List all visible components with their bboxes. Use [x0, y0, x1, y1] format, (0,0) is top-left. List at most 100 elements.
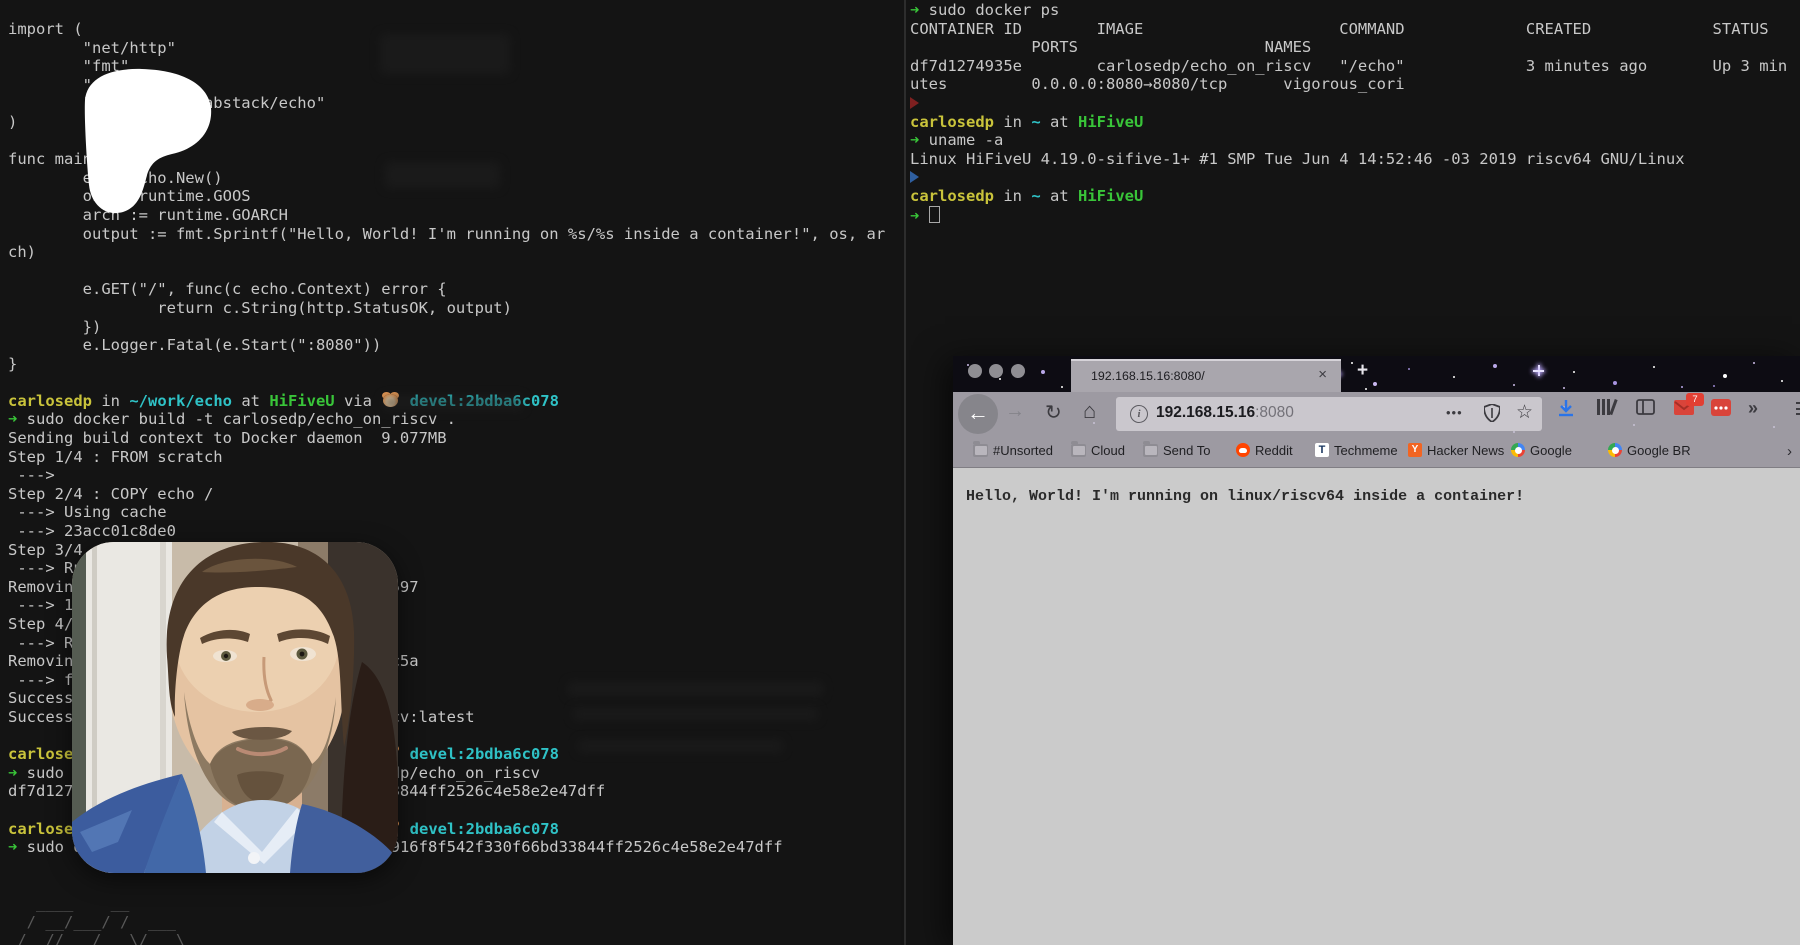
terminal-line: }	[8, 355, 903, 374]
url-bar[interactable]: i 192.168.15.16:8080 ••• ☆	[1116, 397, 1542, 431]
star-dot	[1681, 386, 1683, 388]
star-dot	[1753, 362, 1755, 364]
terminal-line	[910, 94, 1798, 113]
folder-icon	[1143, 444, 1158, 457]
terminal-line: CONTAINER ID IMAGE COMMAND CREATED STATU…	[910, 20, 1798, 39]
bookmark-item-reddit[interactable]: Reddit	[1236, 443, 1293, 463]
terminal-line: carlosedp in ~ at HiFiveU	[910, 113, 1798, 132]
terminal-line: return c.String(http.StatusOK, output)	[8, 299, 903, 318]
back-button[interactable]: ←	[958, 394, 998, 434]
star-dot	[1713, 385, 1715, 387]
screen: import ( "net/http" "fmt" "runtime" "git…	[0, 0, 1800, 945]
star-dot	[1723, 374, 1727, 378]
star-sparkle-icon	[1533, 365, 1544, 376]
toolbar-sparkle-dot	[1633, 424, 1635, 426]
tab-title: 192.168.15.16:8080/	[1091, 369, 1205, 383]
folder-icon	[1071, 444, 1086, 457]
star-dot	[1493, 364, 1497, 368]
terminal-pane-divider[interactable]	[904, 0, 906, 945]
star-dot	[1373, 382, 1377, 386]
reload-icon[interactable]: ↻	[1045, 400, 1062, 425]
terminal-line: output := fmt.Sprintf("Hello, World! I'm…	[8, 225, 903, 244]
terminal-line	[910, 168, 1798, 187]
window-zoom-button[interactable]	[1011, 364, 1025, 378]
star-dot	[1513, 384, 1515, 386]
bookmark-label: Send To	[1163, 443, 1210, 458]
terminal-line: / _// __/ _ \/ _ \	[8, 931, 903, 945]
window-close-button[interactable]	[968, 364, 982, 378]
bookmark-label: Google	[1530, 443, 1572, 458]
ghost-artifact	[380, 34, 510, 74]
bookmarks-toolbar: › #Unsorted Cloud Send To Reddit Techmeme Hac…	[953, 438, 1800, 468]
terminal-line: / __/___/ / ___	[8, 913, 903, 932]
terminal-line: Step 1/4 : FROM scratch	[8, 448, 903, 467]
browser-window: 192.168.15.16:8080/ × + ← → ↻ ⌂ i 192.16…	[953, 356, 1800, 945]
ghost-artifact	[578, 740, 783, 752]
mail-notifier-icon[interactable]: 7	[1674, 399, 1694, 415]
bookmark-star-icon[interactable]: ☆	[1516, 401, 1533, 424]
adblock-icon[interactable]	[1711, 399, 1731, 416]
bookmark-label: #Unsorted	[993, 443, 1053, 458]
forward-button[interactable]: →	[1005, 400, 1025, 423]
home-icon[interactable]: ⌂	[1083, 398, 1096, 424]
hackernews-icon	[1408, 443, 1422, 457]
bookmark-item-hacker-news[interactable]: Hacker News	[1408, 443, 1504, 463]
ghost-artifact	[383, 396, 523, 410]
terminal-line: PORTS NAMES	[910, 38, 1798, 57]
terminal-line: e.GET("/", func(c echo.Context) error {	[8, 280, 903, 299]
terminal-line: Step 2/4 : COPY echo /	[8, 485, 903, 504]
toolbar-overflow-icon[interactable]: »	[1748, 398, 1758, 419]
new-tab-button[interactable]: +	[1357, 360, 1368, 382]
terminal-line: ---> Using cache	[8, 503, 903, 522]
terminal-pane-right[interactable]: ➜ sudo docker psCONTAINER ID IMAGE COMMA…	[910, 1, 1798, 224]
terminal-line: ➜	[910, 206, 1798, 225]
google-icon	[1608, 443, 1622, 457]
terminal-line: ____ __	[8, 894, 903, 913]
bookmark-label: Reddit	[1255, 443, 1293, 458]
bookmark-label: Techmeme	[1334, 443, 1398, 458]
download-icon[interactable]	[1557, 399, 1575, 419]
star-dot	[1041, 370, 1045, 374]
terminal-line	[8, 262, 903, 281]
bookmark-item--unsorted[interactable]: #Unsorted	[973, 443, 1053, 463]
bookmarks-overflow-icon[interactable]: ›	[1787, 443, 1792, 460]
window-minimize-button[interactable]	[989, 364, 1003, 378]
star-dot	[1365, 388, 1367, 390]
terminal-line: ch)	[8, 243, 903, 262]
sidebar-toggle-icon[interactable]	[1636, 399, 1655, 415]
terminal-line	[8, 875, 903, 894]
terminal-line: ➜ sudo docker build -t carlosedp/echo_on…	[8, 410, 903, 429]
star-dot	[1781, 380, 1783, 382]
shield-icon[interactable]	[1484, 404, 1500, 422]
browser-content-area[interactable]: Hello, World! I'm running on linux/riscv…	[953, 467, 1800, 945]
ghost-artifact	[573, 708, 818, 720]
bookmark-item-google[interactable]: Google	[1511, 443, 1572, 463]
techmeme-icon	[1315, 443, 1329, 457]
star-dot	[1573, 371, 1575, 373]
terminal-line: ➜ sudo docker ps	[910, 1, 1798, 20]
terminal-line: --->	[8, 466, 903, 485]
star-dot	[999, 378, 1001, 380]
browser-tab[interactable]: 192.168.15.16:8080/ ×	[1071, 359, 1341, 392]
ghost-artifact	[385, 162, 500, 188]
toolbar-sparkle-dot	[1513, 431, 1515, 433]
bookmark-item-google-br[interactable]: Google BR	[1608, 443, 1691, 463]
webcam-overlay	[72, 542, 398, 873]
bookmark-label: Hacker News	[1427, 443, 1504, 458]
page-body-text: Hello, World! I'm running on linux/riscv…	[966, 488, 1524, 505]
terminal-cursor	[929, 206, 940, 223]
ghost-artifact	[568, 682, 823, 696]
partial-line-marker-blue	[910, 171, 919, 183]
terminal-line: Linux HiFiveU 4.19.0-sifive-1+ #1 SMP Tu…	[910, 150, 1798, 169]
terminal-line: e.Logger.Fatal(e.Start(":8080"))	[8, 336, 903, 355]
reddit-icon	[1236, 443, 1250, 457]
site-info-icon[interactable]: i	[1130, 405, 1148, 423]
partial-line-marker-red	[910, 97, 919, 109]
toolbar-sparkle-dot	[1773, 426, 1775, 428]
tab-close-icon[interactable]: ×	[1318, 366, 1327, 383]
page-actions-icon[interactable]: •••	[1446, 405, 1463, 420]
bookmark-item-cloud[interactable]: Cloud	[1071, 443, 1125, 463]
bookmark-item-send-to[interactable]: Send To	[1143, 443, 1210, 463]
menu-icon[interactable]	[1796, 402, 1800, 416]
bookmark-item-techmeme[interactable]: Techmeme	[1315, 443, 1398, 463]
